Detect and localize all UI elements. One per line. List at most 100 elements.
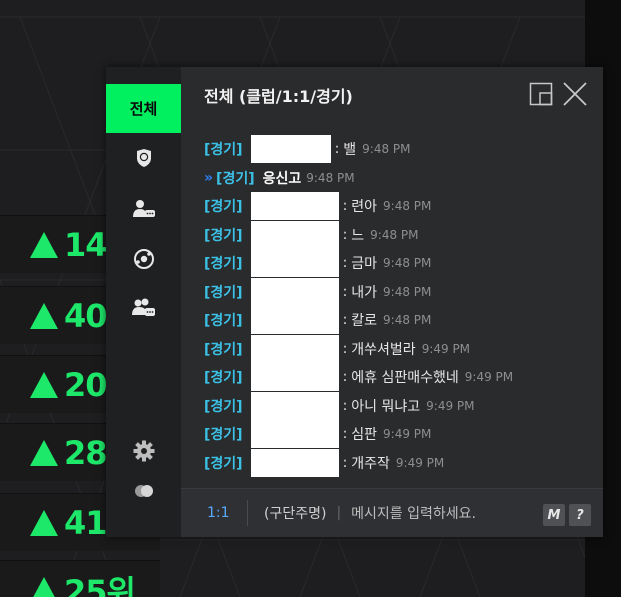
colon: : <box>342 426 348 443</box>
colon: : <box>342 198 348 215</box>
redacted-username <box>250 220 339 249</box>
channel-tag: [경기] <box>204 398 243 415</box>
toggle-icon[interactable] <box>132 479 156 503</box>
macro-button[interactable]: M <box>543 504 565 526</box>
recipient-target[interactable]: (구단주명) <box>264 503 326 523</box>
colon: : <box>342 369 348 386</box>
rank-value: 40 <box>64 296 108 335</box>
group-chat-icon[interactable] <box>132 296 156 320</box>
message-text: 느 <box>351 227 365 244</box>
channel-tag: [경기] <box>204 313 243 330</box>
message-time: 9:49 PM <box>395 455 445 470</box>
rank-up-icon <box>30 371 58 398</box>
close-icon[interactable] <box>562 81 588 107</box>
message-text: 개쑤셔벌라 <box>351 341 416 358</box>
redacted-username <box>250 334 339 363</box>
chat-input-bar: 1:1 (구단주명) | 메시지를 입력하세요. M ? <box>181 488 603 537</box>
channel-tag: [경기] <box>204 341 243 358</box>
chat-message: [경기] : 내가 9:48 PM <box>204 277 584 307</box>
chat-message: [경기] : 아니 뭐냐고 9:49 PM <box>204 391 584 421</box>
message-time: 9:48 PM <box>306 170 355 185</box>
message-time: 9:49 PM <box>426 398 475 413</box>
colon: : <box>334 141 340 158</box>
chat-message: [경기] : 에휴 심판매수했네 9:49 PM <box>204 363 584 392</box>
message-time: 9:48 PM <box>362 142 411 157</box>
help-button[interactable]: ? <box>569 504 591 526</box>
channel-tag: [경기] <box>216 170 255 187</box>
message-time: 9:49 PM <box>464 370 514 385</box>
chat-message: [경기] : 밸 9:48 PM <box>204 135 584 164</box>
rank-value: 14 <box>64 225 108 264</box>
chat-sidebar: 전체 <box>106 67 181 537</box>
channel-tag: [경기] <box>204 256 243 273</box>
redacted-username <box>250 135 331 164</box>
whisper-arrow-icon: » <box>204 169 213 186</box>
colon: : <box>342 226 348 243</box>
message-text: 심판 <box>351 427 378 444</box>
rank-up-icon <box>30 439 58 466</box>
chat-message: [경기] : 개주작 9:49 PM <box>204 448 584 478</box>
message-list: [경기] : 밸 9:48 PM » [경기] 응신고 9:48 PM [경기]… <box>204 135 584 477</box>
message-time: 9:48 PM <box>370 227 419 242</box>
rank-value: 28 <box>64 433 108 472</box>
colon: : <box>342 312 348 329</box>
rank-row: 25위 <box>0 560 160 597</box>
chat-message: [경기] : 금마 9:48 PM <box>204 249 584 278</box>
chat-mode-selector[interactable]: 1:1 <box>207 505 247 521</box>
message-text: 아니 뭐냐고 <box>351 398 421 415</box>
friend-chat-icon[interactable] <box>132 197 156 221</box>
channel-tag: [경기] <box>204 455 243 472</box>
settings-gear-icon[interactable] <box>132 439 156 463</box>
rank-up-icon <box>30 576 58 597</box>
message-time: 9:48 PM <box>383 199 432 214</box>
chat-message: [경기] : 심판 9:49 PM <box>204 420 584 449</box>
tab-all[interactable]: 전체 <box>106 84 181 133</box>
rank-up-icon <box>30 509 58 536</box>
message-text: 금마 <box>351 256 378 273</box>
rank-value: 25위 <box>64 572 136 597</box>
colon: : <box>342 255 348 272</box>
channel-tag: [경기] <box>204 427 243 444</box>
colon: : <box>342 454 348 471</box>
message-time: 9:48 PM <box>383 256 432 271</box>
message-text: 개주작 <box>351 455 390 472</box>
separator: | <box>336 505 342 521</box>
redacted-username <box>250 448 339 477</box>
chat-window: 전체 전체 (클럽/1:1/경기) [경기]: 밸 9:48 PM » [경기… <box>106 67 603 537</box>
match-ball-icon[interactable] <box>132 247 156 271</box>
redacted-username <box>250 391 339 420</box>
channel-tag: [경기] <box>204 199 243 216</box>
redacted-username <box>250 363 339 392</box>
rank-value: 20 <box>64 365 108 404</box>
redacted-username <box>250 277 339 306</box>
message-text: 내가 <box>351 284 378 301</box>
message-time: 9:48 PM <box>383 284 432 299</box>
message-text: 칼로 <box>351 313 378 330</box>
chat-message: [경기] : 련아 9:48 PM <box>204 192 584 221</box>
chat-message: [경기] : 칼로 9:48 PM <box>204 306 584 335</box>
divider <box>247 500 248 526</box>
message-time: 9:49 PM <box>421 341 471 356</box>
channel-tag: [경기] <box>204 227 243 244</box>
chat-message: » [경기] 응신고 9:48 PM <box>204 164 584 193</box>
message-text: 에휴 심판매수했네 <box>351 370 459 387</box>
channel-tag: [경기] <box>204 370 243 387</box>
colon: : <box>342 397 348 414</box>
rank-up-icon <box>30 231 58 258</box>
colon: : <box>342 340 348 357</box>
redacted-username <box>250 192 339 221</box>
redacted-username <box>250 249 339 278</box>
message-time: 9:48 PM <box>383 313 432 328</box>
redacted-username <box>250 306 339 335</box>
message-text: 밸 <box>343 142 357 159</box>
popout-window-button[interactable] <box>528 81 554 107</box>
sender-name[interactable]: 응신고 <box>263 168 302 188</box>
message-text: 련아 <box>351 199 378 216</box>
chat-message: [경기] : 개쑤셔벌라 9:49 PM <box>204 334 584 364</box>
club-shield-icon[interactable] <box>132 146 156 170</box>
rank-value: 41 <box>64 503 108 542</box>
channel-tag: [경기] <box>204 284 243 301</box>
redacted-username <box>250 420 339 449</box>
rank-up-icon <box>30 302 58 329</box>
message-input[interactable]: 메시지를 입력하세요. <box>351 503 476 523</box>
